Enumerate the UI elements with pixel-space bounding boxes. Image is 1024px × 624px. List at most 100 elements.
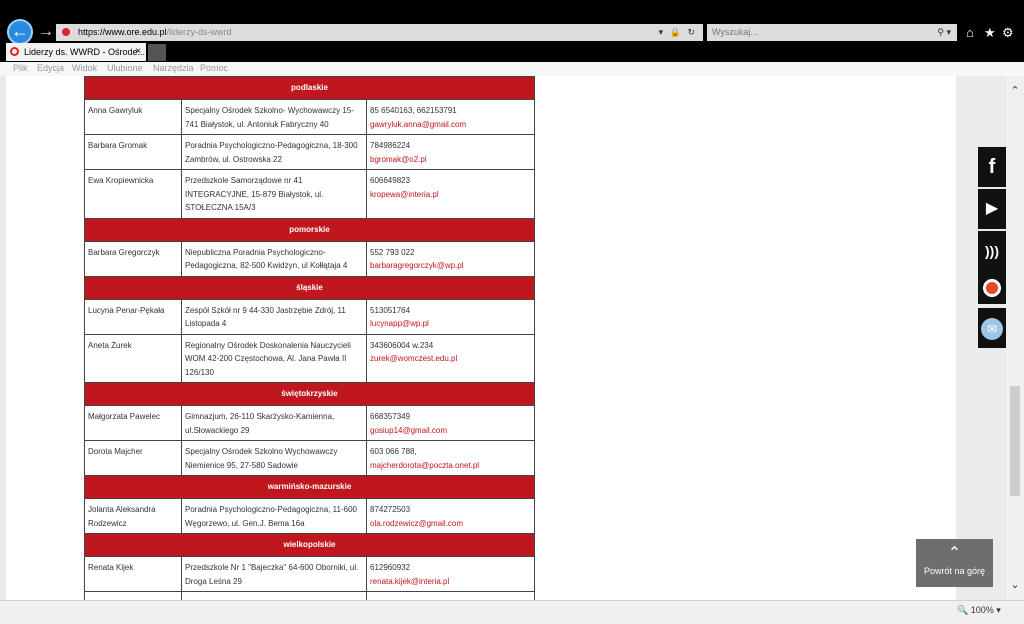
leader-contact: 784986224 bgromak@o2.pl <box>366 134 535 170</box>
leader-institution: Gimnazjum, 26-110 Skarżysko-Kamienna, ul… <box>181 405 367 441</box>
leader-email-link[interactable]: ola.rodzewicz@gmail.com <box>370 517 531 531</box>
chevron-up-icon: ⌃ <box>947 545 962 562</box>
facebook-icon: f <box>988 156 996 178</box>
menu-plik[interactable]: Plik <box>13 62 28 75</box>
region-row: podlaskie <box>84 76 535 100</box>
zoom-control[interactable]: 🔍 100% ▾ <box>957 605 1001 616</box>
arrow-right-icon: → <box>38 23 54 40</box>
leader-phone: 784986224 <box>370 141 411 150</box>
scroll-up-icon[interactable]: ⌃ <box>1006 84 1024 97</box>
leader-contact <box>366 591 535 600</box>
table-row: Jolanta Aleksandra Rodzewicz Poradnia Psy… <box>84 498 535 534</box>
leader-name: Małgorzata Pawelec <box>84 405 182 441</box>
leader-email-link[interactable]: barbaragregorczyk@wp.pl <box>370 259 531 273</box>
rss-icon: ))) <box>985 243 999 259</box>
leader-email-link[interactable]: kropewa@interia.pl <box>370 188 531 202</box>
region-heading: pomorskie <box>84 217 535 242</box>
menu-ulubione[interactable]: Ulubione <box>107 62 143 75</box>
menu-widok[interactable]: Widok <box>72 62 97 75</box>
leaders-table-body: podlaskie Anna Gawryluk Specjalny Ośrodek … <box>84 76 535 600</box>
leader-institution: Niepubliczna Poradnia Psychologiczno-Ped… <box>181 240 367 277</box>
menu-pomoc[interactable]: Pomoc <box>200 62 228 75</box>
search-icon[interactable]: ⚲ ▾ <box>937 24 951 41</box>
url-host: https://www.ore.edu.pl <box>78 27 167 37</box>
leader-name: Jolanta Aleksandra Rodzewicz <box>84 498 182 534</box>
leader-institution: Przedszkole Nr 1 "Bajeczka" 64-600 Oborn… <box>181 556 367 592</box>
leader-phone: 552 793 022 <box>370 247 415 257</box>
forward-button[interactable]: → <box>38 22 54 42</box>
leader-phone: 874272503 <box>370 505 411 514</box>
leader-phone: 85 6540163, 662153791 <box>370 106 457 115</box>
leader-email-link[interactable]: renata.kijek@interia.pl <box>370 575 531 589</box>
leader-contact: 552 793 022 barbaragregorczyk@wp.pl <box>366 240 535 277</box>
region-heading: świętokrzyskie <box>84 382 535 406</box>
lock-icon[interactable]: 🔒 <box>670 27 683 37</box>
region-heading: podlaskie <box>84 76 535 100</box>
url-path: /liderzy-ds-wwrd <box>166 27 232 37</box>
leader-phone: 668357349 <box>370 412 411 421</box>
leader-contact: 874272503 ola.rodzewicz@gmail.com <box>366 498 535 534</box>
region-heading: warmińsko-mazurskie <box>84 475 535 499</box>
leader-email-link[interactable]: majcherdorota@poczta.onet.pl <box>370 459 531 473</box>
leader-institution: Poradnia Psychologiczno-Pedagogiczna, 11… <box>181 498 367 534</box>
menu-edycja[interactable]: Edycja <box>37 62 64 75</box>
region-row: pomorskie <box>84 217 535 242</box>
leader-name: Renata Kijek <box>84 556 182 592</box>
refresh-icon[interactable]: ↻ <box>687 27 697 37</box>
home-icon[interactable]: ⌂ <box>966 24 974 41</box>
email-icon: ✉ <box>978 308 1006 348</box>
leader-institution: Regionalny Ośrodek Doskonalenia Nauczyci… <box>181 333 367 383</box>
site-icon <box>62 28 70 36</box>
tab-close-icon[interactable]: × <box>135 43 141 61</box>
table-row <box>84 591 535 600</box>
facebook-button[interactable]: f <box>978 147 1006 187</box>
leader-institution: Zespół Szkół nr 9 44-330 Jastrzębie Zdró… <box>181 298 367 335</box>
leader-email-link[interactable]: bgromak@o2.pl <box>370 153 531 167</box>
scroll-down-icon[interactable]: ⌄ <box>1006 578 1024 591</box>
leader-email-link[interactable]: gosiup14@gmail.com <box>370 424 531 438</box>
leader-email-link[interactable]: lucynapp@wp.pl <box>370 317 531 331</box>
new-tab-button[interactable] <box>148 44 166 61</box>
leader-name: Lucyna Penar-Pękała <box>84 298 182 335</box>
tab-liderzy[interactable]: Liderzy ds. WWRD - Ośrode... × <box>6 43 146 61</box>
table-row: Małgorzata Pawelec Gimnazjum, 26-110 Skar… <box>84 405 535 441</box>
table-row: Ewa Kropiewnicka Przedszkole Samorządowe … <box>84 169 535 219</box>
leader-email-link[interactable]: zurek@womczest.edu.pl <box>370 352 531 366</box>
search-box[interactable]: Wyszukaj... ⚲ ▾ <box>707 24 957 41</box>
rss-button[interactable]: ))) <box>978 231 1006 271</box>
back-to-top-label: Powrót na górę <box>923 566 986 576</box>
table-row: Aneta Żurek Regionalny Ośrodek Doskonalen… <box>84 333 535 383</box>
leaders-table: podlaskie Anna Gawryluk Specjalny Ośrodek … <box>84 76 535 600</box>
back-to-top-button[interactable]: ⌃ Powrót na górę <box>916 539 993 587</box>
zoom-level: 100% <box>970 605 994 615</box>
leader-contact: 606649823 kropewa@interia.pl <box>366 169 535 219</box>
menu-narzedzia[interactable]: Narzędzia <box>153 62 194 75</box>
menu-bar: Plik Edycja Widok Ulubione Narzędzia Pom… <box>0 62 1024 77</box>
table-row: Barbara Gromak Poradnia Psychologiczno-Pe… <box>84 134 535 170</box>
ore-logo-button[interactable] <box>978 270 1006 304</box>
region-heading: śląskie <box>84 275 535 300</box>
leader-phone: 343606004 w.234 <box>370 340 434 350</box>
vertical-scrollbar[interactable]: ⌃ ⌄ <box>1006 76 1024 600</box>
back-button[interactable]: ← <box>7 19 33 45</box>
address-bar-icons: ▾ 🔒 ↻ <box>659 24 697 41</box>
region-row: wielkopolskie <box>84 533 535 557</box>
address-bar[interactable]: https://www.ore.edu.pl/liderzy-ds-wwrd ▾… <box>56 24 703 41</box>
leader-name: Barbara Gregorczyk <box>84 240 182 277</box>
leader-contact: 85 6540163, 662153791 gawryluk.anna@gmail… <box>366 99 535 135</box>
youtube-button[interactable]: ▶ <box>978 189 1006 229</box>
leader-name <box>84 591 182 600</box>
favorites-star-icon[interactable]: ★ <box>984 24 996 41</box>
email-button[interactable]: ✉ <box>978 308 1006 348</box>
arrow-left-icon: ← <box>11 21 29 41</box>
scrollbar-thumb[interactable] <box>1010 386 1020 496</box>
leader-contact: 612960932 renata.kijek@interia.pl <box>366 556 535 592</box>
leader-name: Aneta Żurek <box>84 333 182 383</box>
leader-name: Anna Gawryluk <box>84 99 182 135</box>
leader-name: Barbara Gromak <box>84 134 182 170</box>
page-viewport: podlaskie Anna Gawryluk Specjalny Ośrodek … <box>0 76 1006 600</box>
table-row: Barbara Gregorczyk Niepubliczna Poradnia … <box>84 240 535 277</box>
dropdown-icon[interactable]: ▾ <box>659 27 666 37</box>
leader-email-link[interactable]: gawryluk.anna@gmail.com <box>370 118 531 132</box>
settings-gear-icon[interactable]: ⚙ <box>1002 24 1014 41</box>
